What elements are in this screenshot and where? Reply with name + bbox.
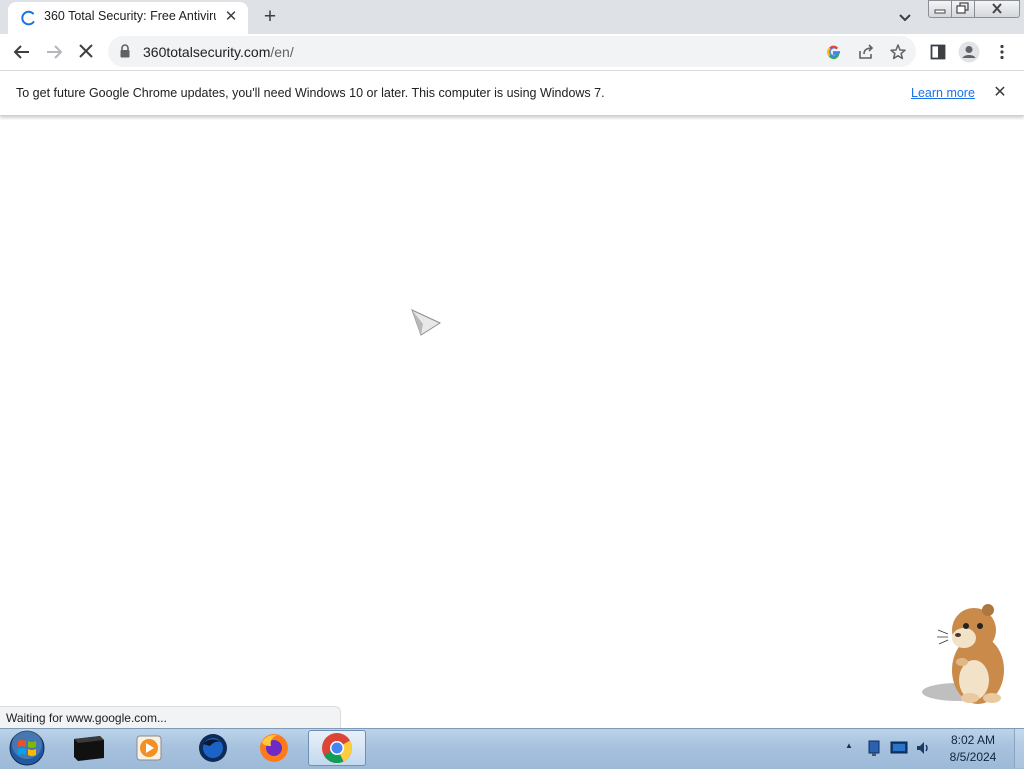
tray-display-icon[interactable] [890, 740, 908, 756]
new-tab-button[interactable]: + [258, 5, 282, 29]
tray-overflow-icon[interactable]: ▲ [845, 741, 853, 750]
close-icon [992, 3, 1002, 14]
bookmark-star-icon[interactable] [889, 43, 907, 61]
taskbar-firefox-icon[interactable] [249, 730, 299, 766]
infobar-message: To get future Google Chrome updates, you… [16, 86, 605, 100]
share-icon[interactable] [857, 43, 875, 61]
loading-spinner-icon [21, 10, 35, 26]
google-translate-g-icon[interactable] [826, 44, 842, 60]
restore-icon [956, 2, 969, 14]
tab-close-icon[interactable]: ✕ [222, 8, 240, 26]
lock-icon[interactable] [119, 44, 131, 59]
taskbar-firefox-developer-icon[interactable] [188, 730, 238, 766]
tray-network-icon[interactable] [866, 739, 884, 757]
tab-search-chevron-icon[interactable] [895, 7, 915, 27]
side-panel-icon[interactable] [929, 43, 947, 61]
url-path: /en/ [270, 44, 294, 60]
forward-arrow-icon[interactable] [43, 42, 65, 62]
back-arrow-icon[interactable] [11, 42, 33, 62]
window-restore-button[interactable] [951, 0, 975, 18]
clock-date[interactable]: 8/5/2024 [930, 750, 1016, 764]
window-minimize-button[interactable] [928, 0, 952, 18]
window-close-button[interactable] [974, 0, 1020, 18]
chrome-menu-icon[interactable] [994, 43, 1010, 61]
stop-loading-icon[interactable] [75, 42, 97, 62]
clock-time[interactable]: 8:02 AM [930, 733, 1016, 747]
status-text: Waiting for www.google.com... [6, 711, 167, 725]
minimize-icon [934, 9, 946, 14]
paper-plane-icon [411, 309, 442, 336]
start-orb-icon[interactable] [6, 729, 48, 767]
taskbar-media-player-icon[interactable] [124, 730, 174, 766]
taskbar-chrome-icon[interactable] [312, 730, 362, 766]
tab-title: 360 Total Security: Free Antivirus [44, 9, 216, 23]
profile-avatar-icon[interactable] [958, 41, 980, 63]
infobar-close-icon[interactable]: ✕ [990, 83, 1010, 103]
show-desktop-button[interactable] [1014, 729, 1024, 768]
url-host: 360totalsecurity.com [143, 44, 271, 60]
learn-more-link[interactable]: Learn more [911, 86, 975, 100]
taskbar-terminal-icon[interactable] [64, 730, 114, 766]
url-text[interactable]: 360totalsecurity.com/en/ [143, 44, 294, 60]
tab-360-total-security[interactable]: 360 Total Security: Free Antivirus ✕ [8, 2, 248, 34]
hamster-mascot-image [922, 604, 1004, 704]
